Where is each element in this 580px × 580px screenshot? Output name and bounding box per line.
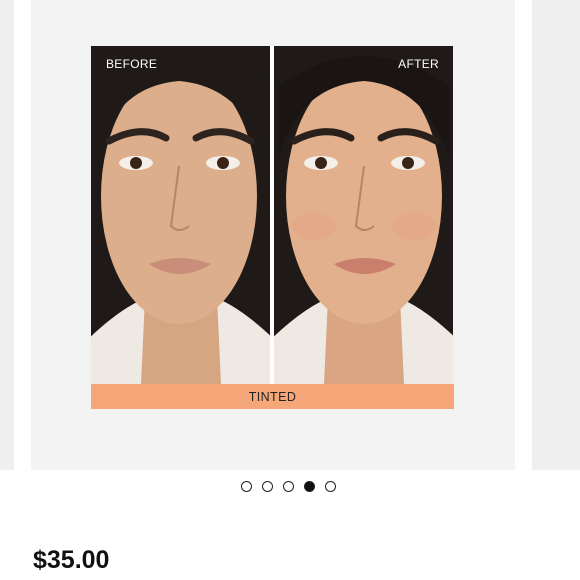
- tinted-banner: TINTED: [91, 384, 454, 409]
- carousel-dot[interactable]: [283, 481, 294, 492]
- before-after-image: BEFORE AFTER TINTED: [91, 46, 454, 409]
- previous-slide-peek[interactable]: [0, 0, 14, 470]
- before-photo: BEFORE: [91, 46, 270, 384]
- before-label: BEFORE: [106, 57, 158, 71]
- carousel-pagination: [241, 481, 336, 492]
- carousel-dot[interactable]: [325, 481, 336, 492]
- carousel-dot[interactable]: [241, 481, 252, 492]
- after-label: AFTER: [398, 57, 439, 71]
- after-photo: AFTER: [274, 46, 453, 384]
- product-image-carousel[interactable]: BEFORE AFTER TINTED: [0, 0, 580, 470]
- next-slide-peek[interactable]: [532, 0, 580, 470]
- product-price: $35.00: [33, 546, 110, 574]
- carousel-dot[interactable]: [262, 481, 273, 492]
- carousel-dot[interactable]: [304, 481, 315, 492]
